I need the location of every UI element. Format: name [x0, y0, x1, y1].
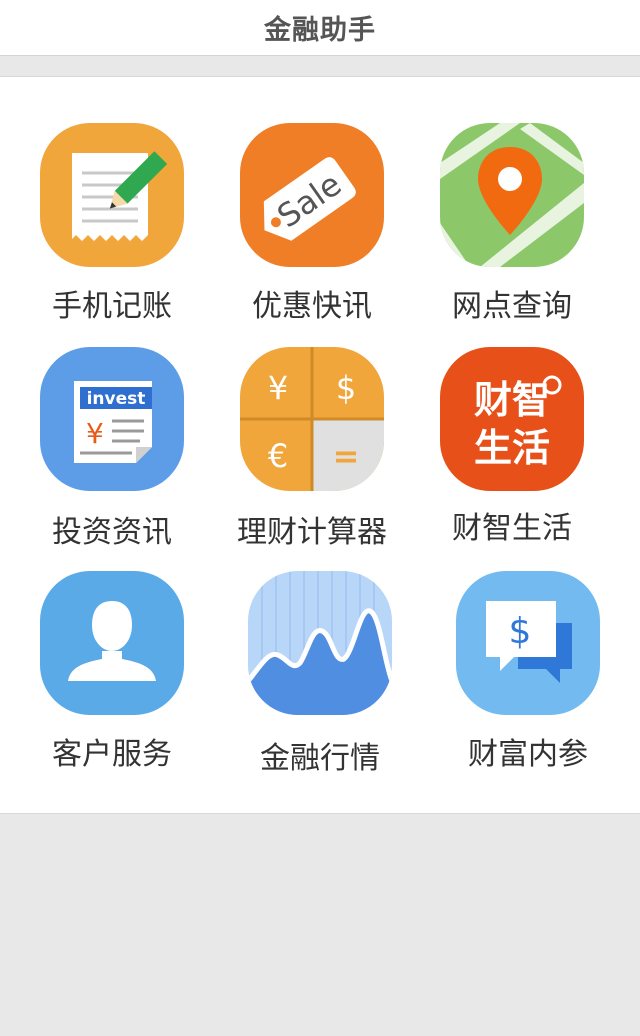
tile-label: 金融行情	[260, 741, 380, 776]
currency-calculator-icon: ¥ $ € =	[240, 347, 384, 491]
tile-licai-jisuanqi[interactable]: ¥ $ € = 理财计算器	[200, 347, 400, 567]
notepad-pencil-icon	[40, 123, 184, 267]
equals-text: =	[333, 437, 360, 475]
top-bar: 金融助手	[0, 0, 640, 56]
tile-label: 投资资讯	[52, 515, 172, 550]
tile-jinrong-hangqing[interactable]: 金融行情	[208, 571, 408, 791]
tile-wangdian-chaxun[interactable]: 网点查询	[400, 123, 600, 343]
tile-label: 财富内参	[468, 737, 588, 772]
tile-youhui-kuaixun[interactable]: Sale 优惠快讯	[200, 123, 400, 343]
tile-label: 理财计算器	[237, 515, 387, 550]
tile-caizhi-shenghuo[interactable]: 财智 生活 财智生活	[400, 347, 600, 567]
tile-label: 手机记账	[52, 289, 172, 324]
dollar-text: $	[509, 611, 532, 652]
yuan-text: ¥	[86, 417, 104, 450]
shenghuo-text: 生活	[474, 426, 550, 470]
newspaper-icon: invest ¥	[40, 347, 184, 491]
page-title: 金融助手	[264, 15, 376, 46]
tile-caifu-neican[interactable]: $ 财富内参	[416, 571, 616, 791]
tile-kehu-fuwu[interactable]: 客户服务	[0, 571, 200, 791]
tile-touzi-zixun[interactable]: invest ¥ 投资资讯	[0, 347, 200, 567]
map-pin-icon	[440, 123, 584, 267]
dollar-text: $	[336, 369, 356, 407]
yuan-text: ¥	[268, 369, 288, 407]
app-grid: 手机记账 Sale 优惠快讯 网点查询 invest ¥ 投资资讯 ¥ $ € …	[0, 76, 640, 814]
tile-label: 客户服务	[52, 737, 172, 772]
tile-label: 优惠快讯	[252, 289, 372, 324]
euro-text: €	[268, 437, 288, 475]
tile-shouji-jizhang[interactable]: 手机记账	[0, 123, 200, 343]
caizhi-shenghuo-icon: 财智 生活	[440, 347, 584, 491]
invest-text: invest	[87, 389, 146, 409]
tile-label: 网点查询	[452, 289, 572, 324]
sale-tag-icon: Sale	[240, 123, 384, 267]
person-icon	[40, 571, 184, 715]
caizhi-text: 财智	[474, 378, 550, 422]
market-chart-icon	[248, 571, 392, 715]
tile-label: 财智生活	[452, 511, 572, 546]
chat-dollar-icon: $	[456, 571, 600, 715]
